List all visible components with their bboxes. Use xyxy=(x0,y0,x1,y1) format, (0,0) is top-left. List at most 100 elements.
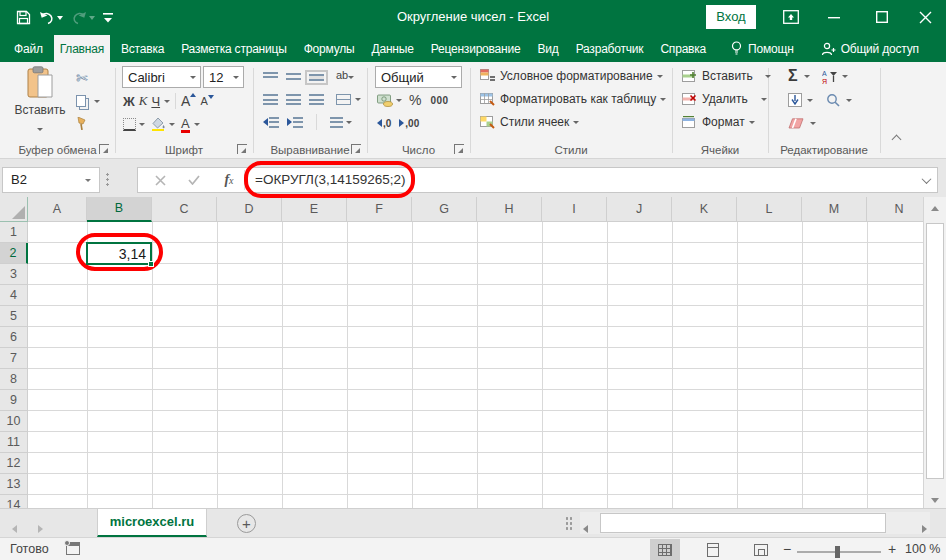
font-name-combo[interactable]: Calibri xyxy=(122,66,201,88)
ribbon-tab-insert[interactable]: Вставка xyxy=(115,35,170,62)
fill-button[interactable] xyxy=(788,93,802,107)
align-middle-button[interactable] xyxy=(286,73,301,80)
formula-bar-resize-handle[interactable] xyxy=(106,172,109,188)
fill-handle[interactable] xyxy=(148,261,154,267)
scroll-up-button[interactable] xyxy=(924,197,946,219)
row-header-11[interactable]: 11 xyxy=(0,432,28,453)
row-header-1[interactable]: 1 xyxy=(0,222,28,243)
fill-color-button[interactable] xyxy=(151,117,166,131)
font-color-button[interactable]: А xyxy=(181,116,190,133)
align-bottom-button[interactable] xyxy=(309,74,324,81)
merge-center-button[interactable] xyxy=(336,94,351,105)
new-sheet-button[interactable]: + xyxy=(237,514,256,533)
font-dialog-launcher[interactable] xyxy=(237,144,247,154)
tab-scrollbar-splitter[interactable] xyxy=(565,516,572,531)
find-select-dropdown[interactable] xyxy=(846,99,852,102)
ribbon-tab-view[interactable]: Вид xyxy=(532,35,565,62)
cut-button[interactable]: ✄ xyxy=(76,70,88,86)
column-header-H[interactable]: H xyxy=(477,197,542,222)
horizontal-scrollbar-thumb[interactable] xyxy=(600,513,886,533)
autosum-button[interactable]: Σ xyxy=(788,69,798,83)
row-header-6[interactable]: 6 xyxy=(0,327,28,348)
insert-cells-button[interactable]: Вставить xyxy=(682,69,771,83)
enter-button[interactable] xyxy=(182,168,206,192)
wrap-text-button[interactable] xyxy=(330,117,352,128)
fill-color-dropdown[interactable] xyxy=(169,123,175,126)
row-header-8[interactable]: 8 xyxy=(0,369,28,390)
format-as-table-button[interactable]: Форматировать как таблицу xyxy=(480,92,666,106)
paste-dropdown[interactable] xyxy=(37,128,43,131)
borders-button[interactable] xyxy=(123,118,136,131)
scroll-down-button[interactable] xyxy=(924,493,946,508)
column-header-K[interactable]: K xyxy=(672,197,737,222)
clear-dropdown[interactable] xyxy=(810,122,816,125)
column-header-A[interactable]: A xyxy=(28,197,87,222)
zoom-slider-handle[interactable] xyxy=(835,546,840,558)
column-header-E[interactable]: E xyxy=(282,197,347,222)
font-size-combo[interactable]: 12 xyxy=(203,66,244,88)
font-color-dropdown[interactable] xyxy=(194,123,200,126)
underline-dropdown[interactable] xyxy=(164,100,170,103)
ribbon-tab-formulas[interactable]: Формулы xyxy=(298,35,361,62)
underline-button[interactable]: Ч xyxy=(151,94,160,109)
number-format-dropdown[interactable] xyxy=(451,76,457,79)
column-header-L[interactable]: L xyxy=(737,197,802,222)
ribbon-tab-developer[interactable]: Разработчик xyxy=(570,35,650,62)
clipboard-dialog-launcher[interactable] xyxy=(99,144,109,154)
row-header-4[interactable]: 4 xyxy=(0,285,28,306)
percent-style-button[interactable]: % xyxy=(409,92,421,108)
autosum-dropdown[interactable] xyxy=(804,75,810,78)
sort-filter-dropdown[interactable] xyxy=(842,75,848,78)
row-header-2[interactable]: 2 xyxy=(0,243,28,264)
cells-area[interactable]: 3,14 xyxy=(28,222,923,508)
copy-button[interactable] xyxy=(76,95,100,107)
share-button[interactable]: Общий доступ xyxy=(815,35,925,62)
accounting-format-dropdown[interactable] xyxy=(396,99,402,102)
row-header-5[interactable]: 5 xyxy=(0,306,28,327)
font-name-dropdown[interactable] xyxy=(190,76,196,79)
cell-styles-button[interactable]: Стили ячеек xyxy=(480,115,579,129)
decrease-indent-button[interactable] xyxy=(263,117,279,128)
sign-in-button[interactable]: Вход xyxy=(706,5,756,29)
comma-style-button[interactable]: 000 xyxy=(430,95,448,106)
maximize-button[interactable] xyxy=(859,0,904,34)
vertical-scrollbar[interactable] xyxy=(923,197,946,508)
align-top-button[interactable] xyxy=(263,72,278,79)
page-break-view-button[interactable] xyxy=(746,539,776,560)
row-header-13[interactable]: 13 xyxy=(0,474,28,495)
ribbon-tab-assistant[interactable]: Помощн xyxy=(725,35,800,62)
row-header-3[interactable]: 3 xyxy=(0,264,28,285)
column-header-B[interactable]: B xyxy=(87,197,152,222)
delete-cells-dropdown[interactable] xyxy=(761,98,767,101)
font-size-dropdown[interactable] xyxy=(233,76,239,79)
align-left-button[interactable] xyxy=(263,94,278,105)
number-dialog-launcher[interactable] xyxy=(454,144,464,154)
find-select-button[interactable] xyxy=(826,93,840,107)
increase-indent-button[interactable] xyxy=(287,117,303,128)
row-header-12[interactable]: 12 xyxy=(0,453,28,474)
sort-filter-button[interactable]: А Я xyxy=(822,69,837,84)
column-header-F[interactable]: F xyxy=(347,197,412,222)
zoom-level[interactable]: 100 % xyxy=(905,542,940,556)
sheet-nav-left-button[interactable] xyxy=(12,519,17,537)
column-header-I[interactable]: I xyxy=(542,197,607,222)
number-format-combo[interactable]: Общий xyxy=(375,66,462,88)
merge-center-dropdown[interactable] xyxy=(355,98,361,101)
clear-button[interactable] xyxy=(788,118,804,129)
row-header-9[interactable]: 9 xyxy=(0,390,28,411)
italic-button[interactable]: К xyxy=(139,93,148,109)
ribbon-tab-home[interactable]: Главная xyxy=(54,35,110,62)
decrease-decimal-button[interactable]: ,00 xyxy=(399,118,419,129)
insert-function-button[interactable]: fx xyxy=(216,168,242,192)
column-header-J[interactable]: J xyxy=(607,197,672,222)
vertical-scrollbar-thumb[interactable] xyxy=(926,223,944,479)
format-cells-dropdown[interactable] xyxy=(749,121,755,124)
format-painter-button[interactable] xyxy=(76,117,87,130)
scroll-right-button[interactable] xyxy=(922,519,927,537)
collapse-ribbon-button[interactable] xyxy=(893,136,900,143)
ribbon-tab-page-layout[interactable]: Разметка страницы xyxy=(175,35,292,62)
conditional-formatting-dropdown[interactable] xyxy=(657,75,663,78)
ribbon-tab-review[interactable]: Рецензирование xyxy=(425,35,527,62)
name-box-dropdown[interactable] xyxy=(85,179,91,182)
name-box[interactable]: B2 xyxy=(2,167,100,193)
